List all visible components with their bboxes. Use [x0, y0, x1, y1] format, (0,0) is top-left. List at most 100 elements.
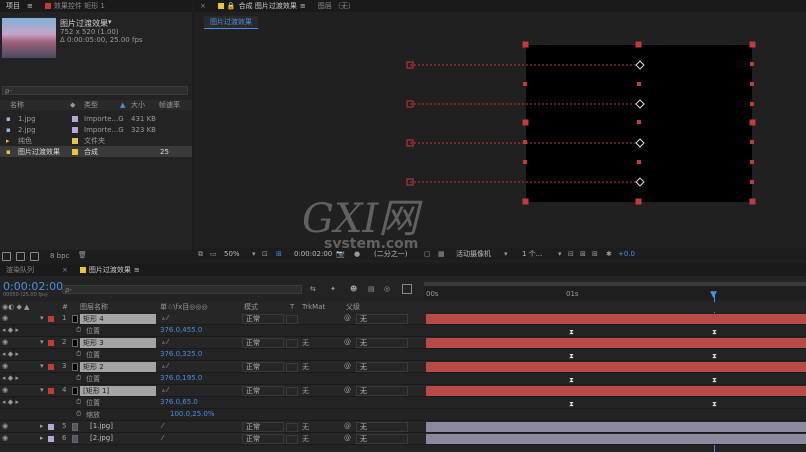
- property-row[interactable]: ◂ ◆ ▸ ⏱ 位置 376.0,455.0 ⧗ ⧗: [0, 325, 806, 337]
- trkmat-select[interactable]: 无: [302, 434, 309, 444]
- layer-row[interactable]: ◉ ▾ 2 矩形 3 ₐ ⁄ 正常 无 @ 无: [0, 337, 806, 349]
- keyframe-icon[interactable]: ⧗: [712, 352, 717, 361]
- shape-switch-icon[interactable]: ₐ ⁄: [162, 386, 168, 394]
- frame-blend-icon[interactable]: ▤: [368, 285, 375, 293]
- bit-depth[interactable]: 8 bpc: [50, 252, 69, 260]
- tab-project[interactable]: 项目 ≡: [0, 0, 39, 12]
- column-trkmat[interactable]: TrkMat: [302, 303, 325, 311]
- pickwhip-icon[interactable]: @: [344, 362, 351, 370]
- shape-switch-icon[interactable]: ₐ ⁄: [162, 338, 168, 346]
- stopwatch-icon[interactable]: ⏱: [76, 326, 81, 335]
- keyframe-icon[interactable]: ⧗: [569, 352, 574, 361]
- property-value[interactable]: 376.0,455.0: [160, 326, 202, 334]
- twirl-icon[interactable]: ▸: [40, 434, 44, 442]
- timeline-search-input[interactable]: ρ-: [62, 285, 302, 294]
- tab-timeline-comp[interactable]: 图片过渡效果 ≡: [74, 264, 146, 276]
- property-row[interactable]: ⏱ 缩放 100.0,25.0%: [0, 409, 806, 421]
- fit-icon[interactable]: ⊡: [262, 250, 268, 258]
- toggle-icon[interactable]: ⊟: [568, 250, 574, 258]
- exposure-value[interactable]: +0.0: [618, 250, 635, 258]
- menu-icon[interactable]: ≡: [134, 264, 140, 276]
- list-item[interactable]: ▪ 2.jpg Importe...G 323 KB: [0, 124, 192, 135]
- trkmat-select[interactable]: 无: [302, 386, 309, 396]
- stopwatch-icon[interactable]: ⏱: [76, 374, 81, 383]
- property-row[interactable]: ◂ ◆ ▸ ⏱ 位置 376.0,195.0 ⧗ ⧗: [0, 373, 806, 385]
- new-comp-icon[interactable]: [30, 252, 39, 261]
- layer-name[interactable]: [2.jpg]: [90, 434, 113, 442]
- layer-duration-bar[interactable]: [426, 338, 806, 348]
- views-select[interactable]: 1 个...: [522, 249, 542, 259]
- graph-editor-icon[interactable]: [402, 284, 412, 294]
- twirl-icon[interactable]: ▾: [40, 338, 44, 346]
- shy-icon[interactable]: ☻: [350, 285, 357, 293]
- parent-select[interactable]: 无: [356, 314, 408, 324]
- mode-select[interactable]: 正常: [242, 434, 284, 444]
- eye-icon[interactable]: ◉: [2, 362, 8, 370]
- t-checkbox[interactable]: [286, 387, 298, 396]
- column-size[interactable]: 大小: [131, 100, 145, 110]
- layer-duration-bar[interactable]: [426, 422, 806, 432]
- layer-row[interactable]: ◉ ▾ 4 [矩形 1] ₐ ⁄ 正常 无 @ 无: [0, 385, 806, 397]
- trash-icon[interactable]: 🗑: [78, 251, 87, 259]
- layer-switch-icon[interactable]: ⁄: [162, 422, 163, 430]
- flowchart-icon[interactable]: ⊞: [592, 250, 598, 258]
- t-checkbox[interactable]: [286, 423, 298, 432]
- comp-mini-flowchart-icon[interactable]: ⇆: [310, 285, 316, 293]
- project-search-input[interactable]: ρ-: [2, 86, 188, 95]
- mode-select[interactable]: 正常: [242, 362, 284, 372]
- keyframe-nav-icon[interactable]: ◂ ◆ ▸: [2, 398, 19, 406]
- label-color-icon[interactable]: [72, 149, 78, 155]
- keyframe-icon[interactable]: ⧗: [569, 376, 574, 385]
- t-checkbox[interactable]: [286, 339, 298, 348]
- transparency-icon[interactable]: ▦: [438, 250, 445, 258]
- property-row[interactable]: ◂ ◆ ▸ ⏱ 位置 376.0,65.0 ⧗ ⧗: [0, 397, 806, 409]
- stopwatch-icon[interactable]: ⏱: [76, 398, 81, 407]
- column-mode[interactable]: 模式: [244, 302, 258, 312]
- keyframe-icon[interactable]: ⧗: [569, 400, 574, 409]
- keyframe-nav-icon[interactable]: ◂ ◆ ▸: [2, 350, 19, 358]
- property-row[interactable]: ◂ ◆ ▸ ⏱ 位置 376.0,325.0 ⧗ ⧗: [0, 349, 806, 361]
- list-item[interactable]: ▸ 纯色 文件夹: [0, 135, 192, 146]
- label-color-icon[interactable]: [72, 138, 78, 144]
- parent-select[interactable]: 无: [356, 362, 408, 372]
- grid-icon[interactable]: ⊞: [276, 250, 282, 258]
- column-fps[interactable]: 帧速率: [159, 100, 180, 110]
- resolution-select[interactable]: (二分之一): [374, 249, 407, 259]
- pickwhip-icon[interactable]: @: [344, 422, 351, 430]
- shape-switch-icon[interactable]: ₐ ⁄: [162, 314, 168, 322]
- label-color-icon[interactable]: [72, 116, 78, 122]
- menu-icon[interactable]: ≡: [27, 0, 33, 12]
- time-ruler[interactable]: 00s 01s ▼: [424, 282, 806, 300]
- pickwhip-icon[interactable]: @: [344, 338, 351, 346]
- shape-switch-icon[interactable]: ₐ ⁄: [162, 362, 168, 370]
- list-item[interactable]: ▪ 图片过渡效果 合成 25: [0, 146, 192, 157]
- label-color-icon[interactable]: [48, 340, 54, 346]
- layer-row[interactable]: ◉ ▸ 6 [2.jpg] ⁄ 正常 无 @ 无: [0, 433, 806, 445]
- monitor-icon[interactable]: ▭: [210, 250, 217, 258]
- layer-duration-bar[interactable]: [426, 386, 806, 396]
- label-color-icon[interactable]: [72, 127, 78, 133]
- camera-icon[interactable]: 📷: [336, 250, 345, 258]
- parent-select[interactable]: 无: [356, 422, 408, 432]
- mode-select[interactable]: 正常: [242, 422, 284, 432]
- twirl-icon[interactable]: ▾: [40, 314, 44, 322]
- list-item[interactable]: ▪ 1.jpg Importe...G 431 KB: [0, 113, 192, 124]
- label-color-icon[interactable]: [48, 388, 54, 394]
- tab-effect-controls[interactable]: 效果控件 矩形 1: [39, 0, 111, 12]
- eye-icon[interactable]: ◉: [2, 386, 8, 394]
- property-value[interactable]: 376.0,325.0: [160, 350, 202, 358]
- interpret-footage-icon[interactable]: [2, 252, 11, 261]
- reset-exposure-icon[interactable]: ✱: [606, 250, 612, 258]
- layer-name[interactable]: [1.jpg]: [90, 422, 113, 430]
- camera-select[interactable]: 活动摄像机: [456, 249, 491, 259]
- column-name[interactable]: 名称: [10, 100, 24, 110]
- column-type[interactable]: 类型: [84, 100, 98, 110]
- layer-duration-bar[interactable]: [426, 362, 806, 372]
- eye-icon[interactable]: ◉: [2, 422, 8, 430]
- keyframe-icon[interactable]: ⧗: [712, 400, 717, 409]
- eye-icon[interactable]: ◉: [2, 338, 8, 346]
- comp-timecode[interactable]: 0:00:02:00: [294, 250, 332, 258]
- tab-render-queue[interactable]: 渲染队列: [0, 264, 40, 276]
- close-icon[interactable]: ×: [56, 264, 74, 276]
- keyframe-icon[interactable]: ⧗: [712, 328, 717, 337]
